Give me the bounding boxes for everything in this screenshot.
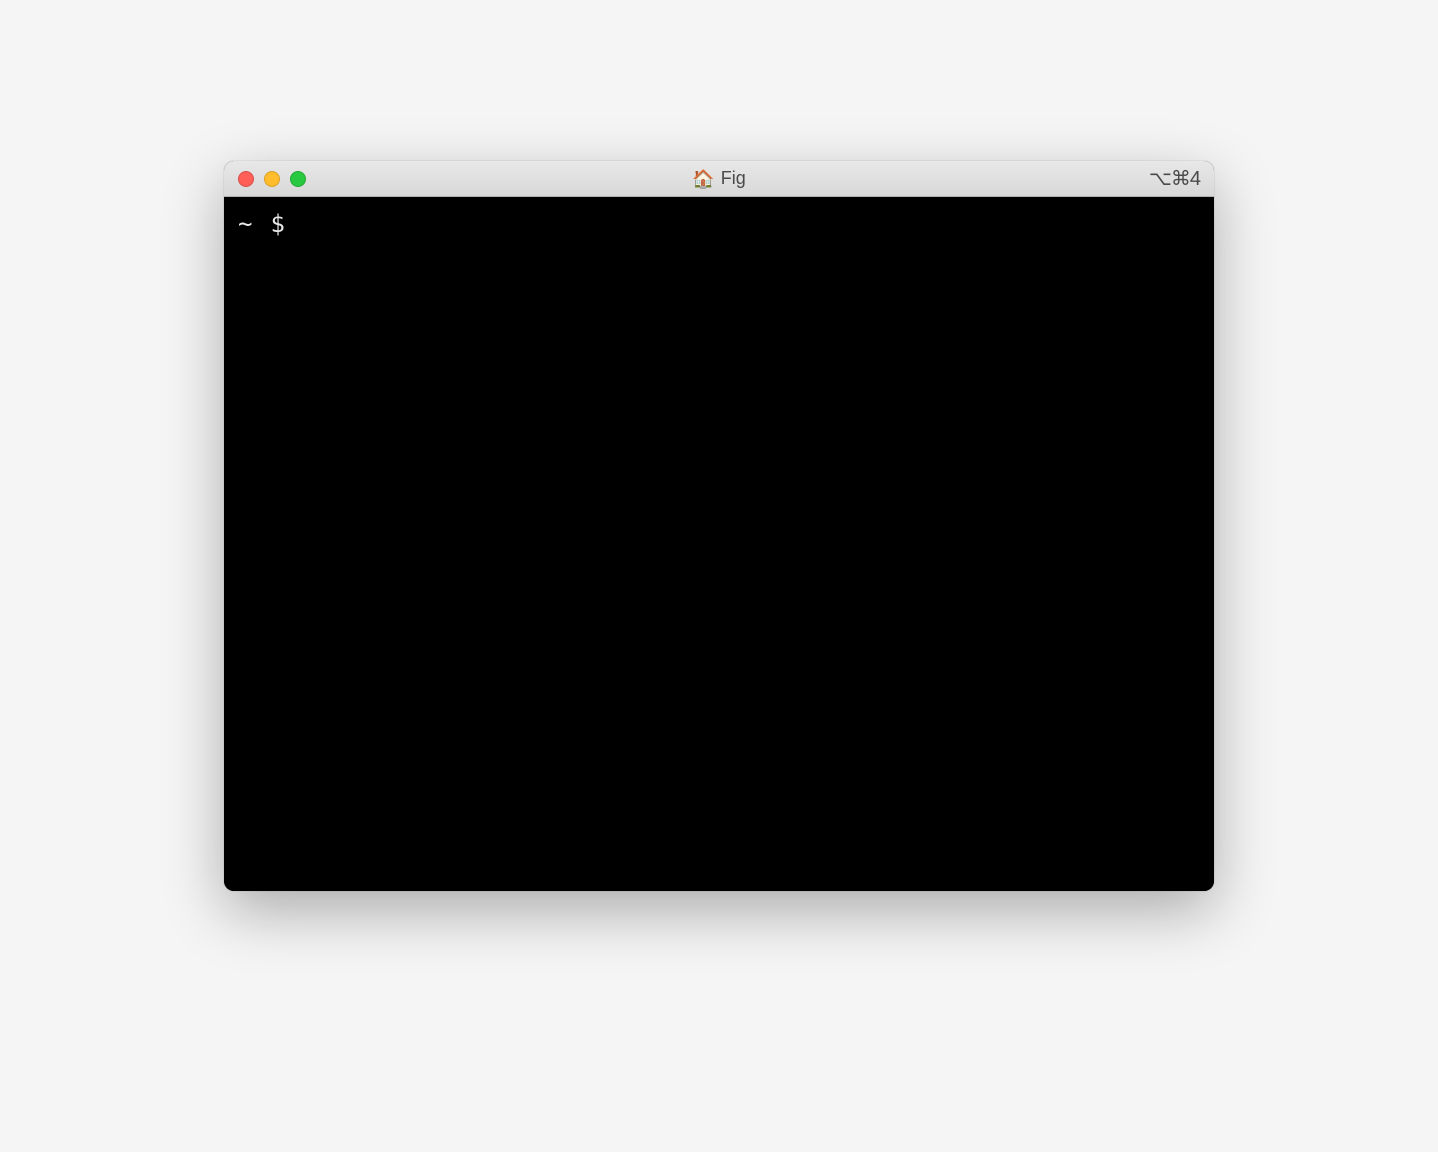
minimize-button[interactable] — [264, 171, 280, 187]
traffic-lights — [238, 171, 306, 187]
maximize-button[interactable] — [290, 171, 306, 187]
prompt-line: ~ $ — [238, 209, 1200, 240]
prompt-symbol: $ — [270, 209, 284, 240]
home-icon: 🏠 — [692, 170, 714, 188]
terminal-window: 🏠 Fig ⌥⌘4 ~ $ — [224, 161, 1214, 891]
terminal-body[interactable]: ~ $ — [224, 197, 1214, 891]
keyboard-shortcut-hint: ⌥⌘4 — [1149, 166, 1200, 191]
window-title-text: Fig — [721, 168, 746, 189]
window-titlebar[interactable]: 🏠 Fig ⌥⌘4 — [224, 161, 1214, 197]
prompt-cwd: ~ — [238, 209, 252, 240]
close-button[interactable] — [238, 171, 254, 187]
window-title: 🏠 Fig — [692, 168, 745, 189]
